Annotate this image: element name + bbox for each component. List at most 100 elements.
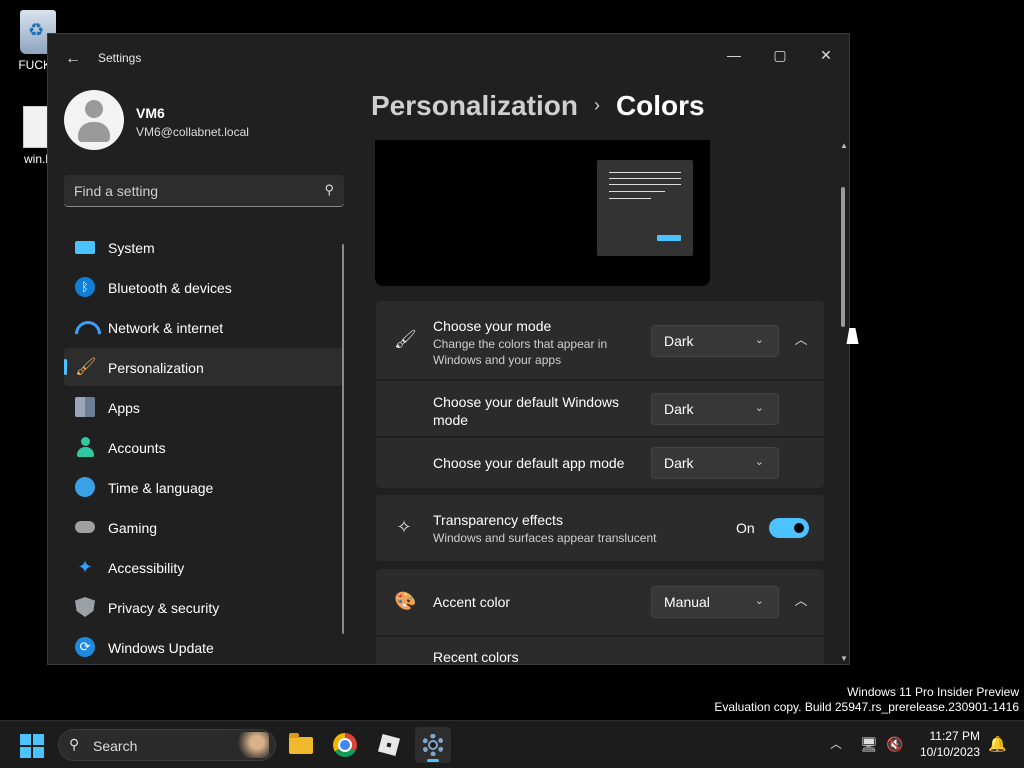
notification-bell-icon[interactable]: 🔔 [988, 735, 1007, 753]
network-status-icon[interactable]: 🖥 [860, 735, 878, 753]
app-mode-card: Choose your default app mode Dark ⌄ [376, 438, 824, 488]
mouse-cursor-icon [846, 328, 862, 344]
sidebar-item-personalization[interactable]: 🖌 Personalization [64, 348, 344, 386]
clock-time: 11:27 PM [929, 729, 980, 743]
search-highlight-image [229, 732, 269, 758]
show-hidden-icons-chevron-icon[interactable]: ︿ [830, 735, 842, 752]
scroll-up-arrow-icon[interactable]: ▲ [840, 141, 848, 150]
apps-icon [75, 397, 95, 417]
transparency-card: ✧ Transparency effects Windows and surfa… [376, 495, 824, 561]
sidebar-item-apps[interactable]: Apps [64, 388, 344, 426]
settings-icon [422, 734, 444, 756]
mode-dropdown[interactable]: Dark ⌄ [651, 325, 779, 357]
sidebar-item-windows-update[interactable]: ⟳ Windows Update [64, 628, 344, 664]
accent-color-dropdown-value: Manual [664, 594, 710, 610]
close-button[interactable]: ✕ [803, 40, 849, 70]
sidebar-item-label: Privacy & security [108, 600, 220, 616]
sidebar-item-label: Bluetooth & devices [108, 280, 232, 296]
collapse-mode-button[interactable]: ︿ [790, 329, 812, 351]
brush-icon: 🖌 [75, 357, 97, 376]
chrome-icon [333, 733, 357, 757]
brush-icon: 🖌 [394, 329, 417, 349]
breadcrumb-separator: › [593, 95, 600, 115]
search-input[interactable] [74, 181, 304, 201]
breadcrumb-parent[interactable]: Personalization [371, 90, 578, 121]
controller-icon [75, 521, 95, 533]
accent-color-dropdown[interactable]: Manual ⌄ [651, 586, 779, 618]
choose-mode-title: Choose your mode [433, 318, 552, 334]
app-mode-dropdown-value: Dark [664, 455, 694, 471]
chevron-down-icon: ⌄ [754, 334, 764, 346]
chevron-down-icon: ⌄ [754, 595, 764, 607]
chevron-down-icon: ⌄ [754, 402, 764, 414]
file-explorer-button[interactable] [283, 727, 319, 763]
transparency-state-label: On [736, 520, 755, 536]
accounts-icon [75, 437, 95, 457]
bluetooth-icon: ᛒ [75, 277, 95, 297]
avatar [64, 90, 124, 150]
recent-colors-card: Recent colors [376, 637, 824, 664]
wifi-icon [75, 317, 95, 337]
update-icon: ⟳ [75, 637, 95, 657]
chevron-up-icon: ︿ [794, 332, 808, 347]
start-button[interactable] [20, 734, 44, 758]
sidebar-item-label: Accounts [108, 440, 166, 456]
watermark-line-1: Windows 11 Pro Insider Preview [847, 685, 1019, 699]
watermark-line-2: Evaluation copy. Build 25947.rs_prerelea… [714, 700, 1019, 714]
system-icon [75, 241, 95, 254]
sidebar-item-accounts[interactable]: Accounts [64, 428, 344, 466]
recent-colors-title: Recent colors [433, 649, 519, 664]
windows-mode-dropdown-value: Dark [664, 401, 694, 417]
sidebar-item-network[interactable]: Network & internet [64, 308, 344, 346]
find-setting-search[interactable]: ⚲ [64, 175, 344, 207]
scroll-down-arrow-icon[interactable]: ▼ [840, 654, 848, 663]
choose-mode-description: Change the colors that appear in Windows… [433, 337, 608, 367]
colors-content: 🖌 Choose your mode Change the colors tha… [375, 140, 835, 664]
taskbar-search-label: Search [93, 738, 138, 754]
page-title: Colors [615, 90, 705, 121]
sidebar-item-accessibility[interactable]: ✦ Accessibility [64, 548, 344, 586]
search-icon[interactable]: ⚲ [324, 182, 334, 198]
user-email: VM6@collabnet.local [136, 125, 249, 139]
sidebar-item-privacy-security[interactable]: Privacy & security [64, 588, 344, 626]
maximize-button[interactable]: ▢ [757, 40, 803, 70]
sidebar-item-bluetooth[interactable]: ᛒ Bluetooth & devices [64, 268, 344, 306]
taskbar-search[interactable]: ⚲ Search [58, 729, 276, 761]
sidebar-item-label: Time & language [108, 480, 214, 496]
sidebar-item-label: Personalization [108, 360, 204, 376]
sidebar-item-gaming[interactable]: Gaming [64, 508, 344, 546]
breadcrumb: Personalization › Colors [371, 90, 705, 122]
transparency-toggle[interactable] [769, 518, 809, 538]
volume-muted-icon[interactable]: 🔇 [886, 735, 904, 753]
taskbar: ⚲ Search ︿ 🖥 🔇 11:27 PM 10/10/2023 🔔 [0, 720, 1024, 768]
sidebar-item-time-language[interactable]: Time & language [64, 468, 344, 506]
main-scrollbar[interactable]: ▲ ▼ [840, 141, 848, 663]
app-title: Settings [98, 51, 142, 65]
settings-window: ← Settings — ▢ ✕ VM6 VM6@collabnet.local… [47, 33, 850, 665]
scrollbar-thumb[interactable] [841, 187, 845, 327]
accessibility-icon: ✦ [77, 557, 93, 577]
evaluation-watermark: Windows 11 Pro Insider Preview Evaluatio… [714, 685, 1019, 715]
sparkle-icon: ✧ [396, 517, 412, 537]
app-mode-title: Choose your default app mode [433, 455, 625, 471]
arrow-left-icon: ← [65, 50, 81, 67]
sidebar-item-system[interactable]: System [64, 228, 344, 266]
system-clock[interactable]: 11:27 PM 10/10/2023 [910, 728, 980, 760]
choose-mode-card: 🖌 Choose your mode Change the colors tha… [376, 301, 824, 379]
settings-taskbar-button[interactable] [415, 727, 451, 763]
back-button[interactable]: ← [62, 48, 84, 70]
roblox-button[interactable] [371, 727, 407, 763]
collapse-accent-button[interactable]: ︿ [790, 590, 812, 612]
sidebar-item-label: Network & internet [108, 320, 224, 336]
windows-mode-dropdown[interactable]: Dark ⌄ [651, 393, 779, 425]
minimize-button[interactable]: — [711, 40, 757, 70]
theme-preview [375, 140, 710, 286]
file-explorer-icon [289, 733, 313, 754]
globe-clock-icon [75, 477, 95, 497]
app-mode-dropdown[interactable]: Dark ⌄ [651, 447, 779, 479]
preview-button [657, 235, 681, 241]
sidebar-item-label: Accessibility [108, 560, 185, 576]
sidebar-scrollbar[interactable] [342, 244, 344, 634]
search-icon: ⚲ [69, 736, 80, 752]
chrome-button[interactable] [327, 727, 363, 763]
